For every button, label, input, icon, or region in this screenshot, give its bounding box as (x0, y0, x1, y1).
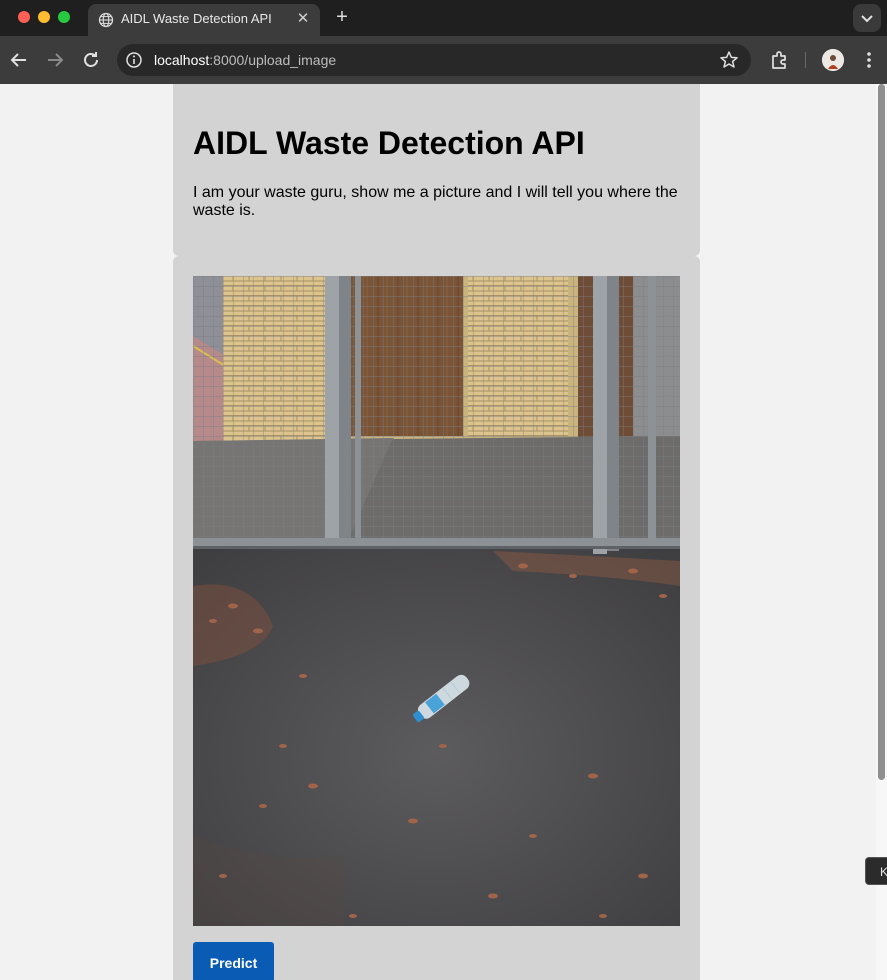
menu-dots-icon[interactable] (857, 48, 881, 72)
extensions-icon[interactable] (768, 48, 792, 72)
back-arrow-icon[interactable] (7, 48, 31, 72)
tab-search-button[interactable] (853, 4, 881, 32)
close-icon[interactable]: ✕ (294, 10, 312, 28)
page-description: I am your waste guru, show me a picture … (193, 184, 678, 219)
uploaded-image (193, 276, 680, 926)
minimize-window-button[interactable] (38, 11, 50, 23)
forward-arrow-icon[interactable] (43, 48, 67, 72)
upload-card: Predict (173, 256, 700, 980)
browser-chrome: AIDL Waste Detection API ✕ + localhost:8… (0, 0, 887, 84)
browser-toolbar: localhost:8000/upload_image (0, 36, 887, 84)
page-title: AIDL Waste Detection API (193, 125, 585, 161)
profile-picture-icon (822, 49, 844, 71)
scrollbar[interactable] (876, 84, 887, 980)
waste-photo (193, 276, 680, 926)
url-text: localhost:8000/upload_image (154, 52, 337, 68)
chevron-down-icon (861, 15, 873, 23)
active-tab[interactable]: AIDL Waste Detection API ✕ (88, 4, 320, 36)
tab-title: AIDL Waste Detection API (121, 11, 272, 26)
predict-button[interactable]: Predict (193, 942, 274, 980)
maximize-window-button[interactable] (58, 11, 70, 23)
profile-avatar[interactable] (822, 49, 844, 71)
info-icon[interactable] (125, 51, 143, 69)
globe-icon (98, 12, 114, 28)
close-window-button[interactable] (18, 11, 30, 23)
page-viewport: AIDL Waste Detection API I am your waste… (0, 84, 887, 980)
tab-strip: AIDL Waste Detection API ✕ + (0, 0, 887, 36)
plus-icon[interactable]: + (332, 7, 352, 27)
corner-popup: K (865, 857, 887, 885)
reload-icon[interactable] (79, 48, 103, 72)
address-bar[interactable]: localhost:8000/upload_image (117, 44, 751, 76)
scrollbar-thumb[interactable] (878, 84, 885, 780)
header-card: AIDL Waste Detection API I am your waste… (173, 84, 700, 256)
toolbar-divider (805, 52, 806, 68)
star-icon[interactable] (719, 50, 739, 70)
